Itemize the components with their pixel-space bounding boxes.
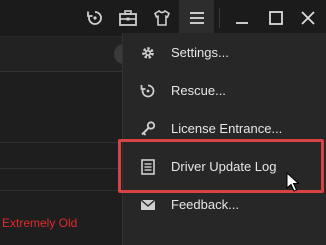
menu-item-settings[interactable]: Settings...	[123, 35, 326, 72]
minimize-icon[interactable]	[232, 8, 252, 28]
mouse-cursor-icon	[286, 171, 302, 192]
menu-item-rescue[interactable]: Rescue...	[123, 73, 326, 110]
titlebar-divider	[219, 8, 220, 28]
menu-icon	[187, 8, 207, 28]
menu-item-label: Feedback...	[171, 197, 239, 212]
main-menu-button[interactable]	[179, 0, 214, 36]
menu-item-label: Rescue...	[171, 83, 226, 98]
gear-icon	[139, 44, 157, 62]
maximize-icon[interactable]	[266, 8, 286, 28]
driver-status-text: Extremely Old	[2, 216, 78, 230]
close-icon[interactable]	[298, 8, 318, 28]
title-bar	[0, 0, 326, 37]
key-icon	[139, 120, 157, 138]
shirt-icon[interactable]	[152, 8, 172, 28]
refresh-icon[interactable]	[85, 8, 105, 28]
menu-item-label: Settings...	[171, 45, 229, 60]
toolbox-icon[interactable]	[118, 8, 138, 28]
rescue-icon	[139, 82, 157, 100]
mail-icon	[139, 196, 157, 214]
menu-item-label: License Entrance...	[171, 121, 283, 136]
